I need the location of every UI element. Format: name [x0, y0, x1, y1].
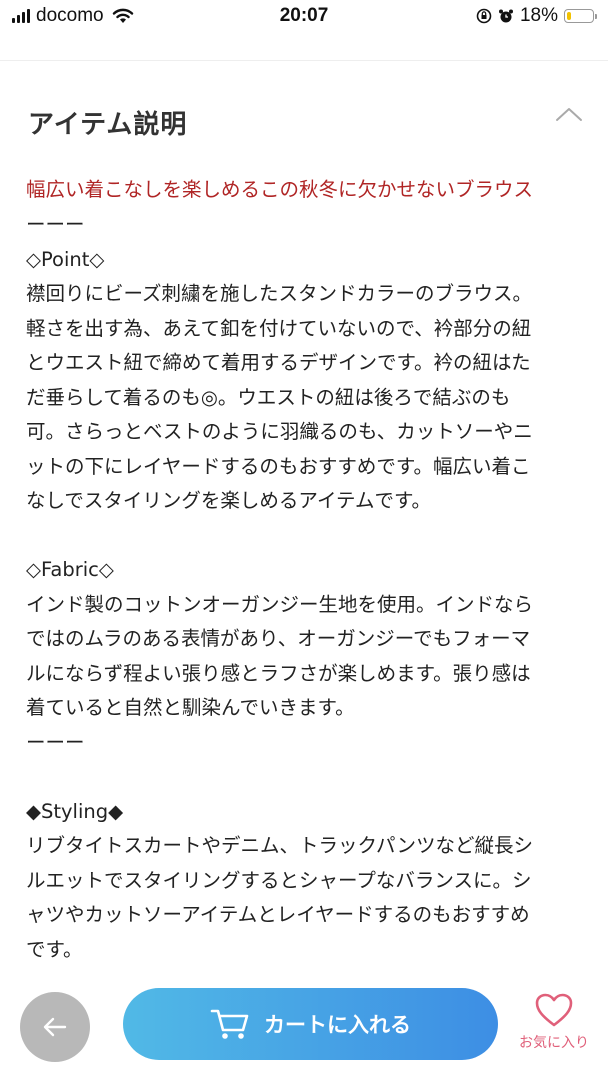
description-line: です。 [26, 937, 83, 961]
description-line: ーーー [26, 213, 85, 236]
description-line: ャツやカットソーアイテムとレイヤードするのもおすすめ [26, 903, 530, 926]
description-line: インド製のコットンオーガンジー生地を使用。インドなら [26, 592, 534, 616]
back-button[interactable] [20, 992, 90, 1062]
description-tagline: 幅広い着こなしを楽しめるこの秋冬に欠かせないブラウス [26, 178, 534, 201]
header-divider [0, 60, 608, 61]
arrow-left-icon [43, 1017, 67, 1037]
item-description: 幅広い着こなしを楽しめるこの秋冬に欠かせないブラウス ーーー ◇Point◇ 襟回り… [26, 172, 584, 967]
description-line: 軽さを出す為、あえて釦を付けていないので、衿部分の紐 [26, 316, 532, 340]
favorite-button[interactable]: お気に入り [508, 992, 600, 1072]
battery-percent: 18% [519, 5, 558, 26]
cart-icon [210, 1009, 249, 1039]
description-line: ◇Point◇ [26, 247, 105, 271]
battery-icon [564, 9, 597, 23]
alarm-icon [498, 9, 513, 23]
section-title: アイテム説明 [28, 110, 188, 140]
description-line: ルエットでスタイリングするとシャープなバランスに。シ [26, 868, 532, 892]
heart-icon [535, 993, 573, 1027]
orientation-lock-icon [476, 8, 492, 24]
description-line: なしでスタイリングを楽しめるアイテムです。 [26, 489, 432, 512]
description-line: ◇Fabric◇ [26, 558, 114, 581]
description-line: ◆Styling◆ [26, 799, 124, 823]
add-to-cart-label: カートに入れる [264, 1013, 411, 1037]
description-line: 着ていると自然と馴染んでいきます。 [26, 696, 355, 719]
status-bar: docomo 20:07 18% [0, 0, 608, 34]
chevron-up-icon[interactable] [554, 104, 584, 124]
description-line: ではのムラのある表情があり、オーガンジーでもフォーマ [26, 627, 531, 650]
description-line: 可。さらっとベストのように羽織るのも、カットソーやニ [26, 420, 533, 443]
description-line: ットの下にレイヤードするのもおすすめです。幅広い着こ [26, 454, 531, 478]
description-line: リブタイトスカートやデニム、トラックパンツなど縦長シ [26, 834, 534, 857]
battery-level [567, 12, 571, 20]
description-line: ルにならず程よい張り感とラフさが楽しめます。張り感は [26, 661, 531, 685]
bottom-action-bar: カートに入れる お気に入り [0, 980, 608, 1080]
add-to-cart-button[interactable]: カートに入れる [123, 988, 498, 1060]
description-line: とウエスト紐で締めて着用するデザインです。衿の紐はた [26, 351, 531, 374]
description-line: 襟回りにビーズ刺繍を施したスタンドカラーのブラウス。 [26, 282, 533, 305]
status-right: 18% [476, 5, 597, 27]
description-line: だ垂らして着るのも◎。ウエストの紐は後ろで結ぶのも [26, 385, 511, 409]
description-line: ーーー [26, 730, 85, 754]
favorite-label: お気に入り [519, 1035, 589, 1051]
